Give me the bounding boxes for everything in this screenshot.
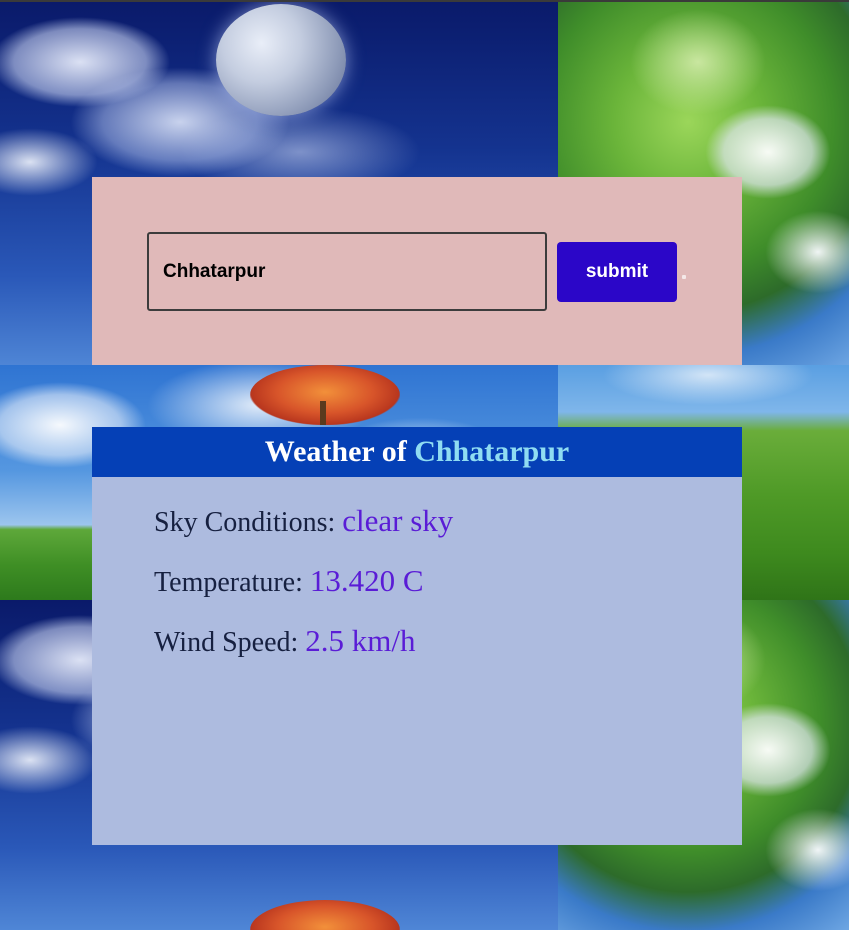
weather-title-prefix: Weather of: [264, 435, 415, 468]
weather-title-city: Chhatarpur: [414, 435, 570, 468]
tree-image-bottom: [250, 900, 400, 930]
city-search-input[interactable]: [147, 232, 547, 311]
sky-conditions-label: Sky Conditions:: [154, 507, 343, 538]
decorative-dot: [682, 275, 686, 279]
wind-speed-value: 2.5 km/h: [305, 623, 416, 658]
moon-image: [216, 4, 346, 116]
submit-button[interactable]: submit: [557, 242, 677, 302]
weather-title: Weather of Chhatarpur: [92, 427, 742, 477]
search-panel: submit: [92, 177, 742, 365]
sky-conditions-row: Sky Conditions: clear sky: [154, 503, 453, 539]
temperature-label: Temperature:: [154, 567, 310, 598]
sky-conditions-value: clear sky: [342, 503, 454, 538]
wind-speed-label: Wind Speed:: [154, 627, 306, 658]
weather-details-panel: Sky Conditions: clear sky Temperature: 1…: [92, 477, 742, 845]
temperature-row: Temperature: 13.420 C: [154, 563, 424, 599]
tree-trunk: [320, 401, 326, 425]
wind-speed-row: Wind Speed: 2.5 km/h: [154, 623, 416, 659]
temperature-value: 13.420 C: [309, 563, 424, 598]
